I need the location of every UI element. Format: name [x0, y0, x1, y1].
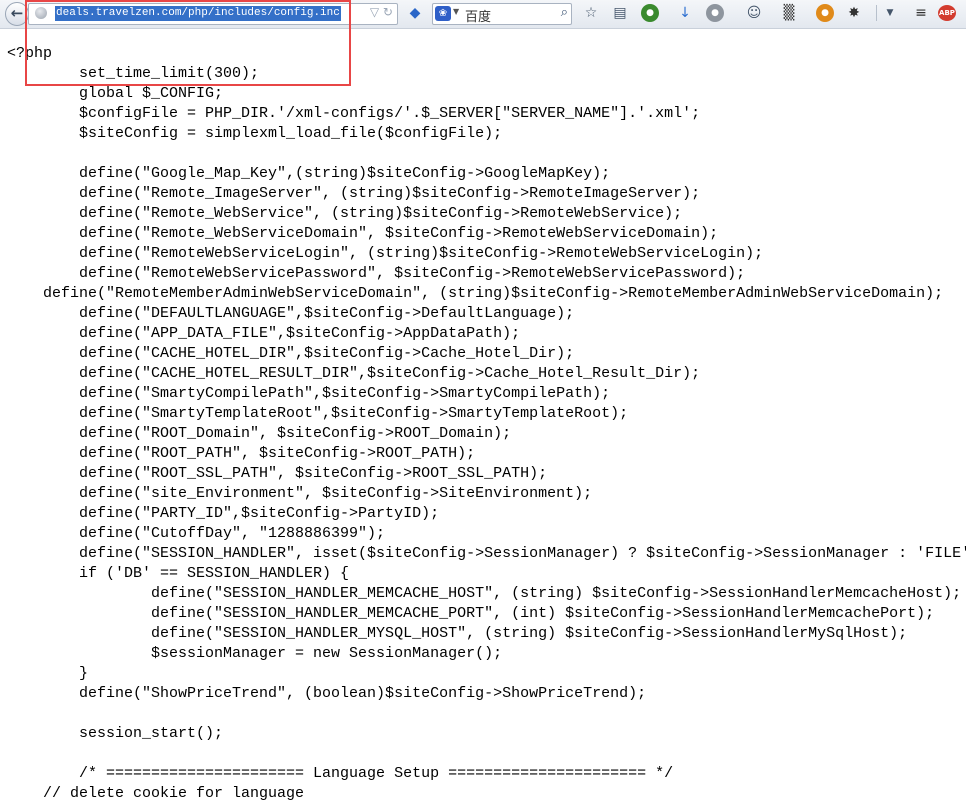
download-icon[interactable]: ↓	[676, 4, 694, 22]
code-line: define("SESSION_HANDLER", isset($siteCon…	[7, 545, 966, 562]
code-line: define("RemoteWebServiceLogin", (string)…	[7, 245, 764, 262]
chevron-down-icon[interactable]: ▼	[881, 4, 899, 22]
bug-icon[interactable]: ✸	[845, 4, 863, 22]
gray-ball-icon[interactable]: ●	[706, 4, 724, 22]
reader-icon[interactable]: ▤	[611, 4, 629, 22]
code-line: define("Google_Map_Key",(string)$siteCon…	[7, 165, 611, 182]
code-line: if ('DB' == SESSION_HANDLER) {	[7, 565, 350, 582]
code-line: define("ROOT_Domain", $siteConfig->ROOT_…	[7, 425, 512, 442]
green-ball-icon[interactable]: ●	[641, 4, 659, 22]
code-line: define("PARTY_ID",$siteConfig->PartyID);	[7, 505, 440, 522]
code-line: define("RemoteMemberAdminWebServiceDomai…	[7, 285, 944, 302]
code-line: define("APP_DATA_FILE",$siteConfig->AppD…	[7, 325, 521, 342]
search-icon[interactable]: ⌕	[561, 5, 568, 20]
code-line: /* ====================== Language Setup…	[7, 765, 674, 782]
star-icon[interactable]: ☆	[582, 4, 600, 22]
bookmark-arrow-icon[interactable]: ◆	[406, 4, 424, 22]
smiley-icon[interactable]: ☺	[745, 4, 763, 22]
menu-icon[interactable]: ≡	[912, 4, 930, 22]
code-line: define("CutoffDay", "1288886399");	[7, 525, 386, 542]
code-view: <?php set_time_limit(300); global $_CONF…	[7, 44, 966, 804]
code-line: $configFile = PHP_DIR.'/xml-configs/'.$_…	[7, 105, 701, 122]
firefox-icon[interactable]: ●	[816, 4, 834, 22]
search-box[interactable]: ❀ ▼ 百度 ⌕	[432, 3, 572, 25]
code-line: define("ShowPriceTrend", (boolean)$siteC…	[7, 685, 647, 702]
code-line: define("RemoteWebServicePassword", $site…	[7, 265, 746, 282]
abp-icon[interactable]: ABP	[938, 5, 956, 21]
code-line: define("site_Environment", $siteConfig->…	[7, 485, 593, 502]
code-line: define("DEFAULTLANGUAGE",$siteConfig->De…	[7, 305, 575, 322]
url-bar-controls[interactable]: ▽ ↻	[370, 5, 393, 19]
code-line: define("Remote_ImageServer", (string)$si…	[7, 185, 701, 202]
code-line: define("SESSION_HANDLER_MEMCACHE_HOST", …	[7, 585, 962, 602]
code-line: define("CACHE_HOTEL_RESULT_DIR",$siteCon…	[7, 365, 701, 382]
search-input[interactable]: 百度	[465, 6, 491, 25]
search-engine-dropdown-icon[interactable]: ▼	[453, 7, 459, 16]
code-line: $sessionManager = new SessionManager();	[7, 645, 503, 662]
code-line: define("SmartyTemplateRoot",$siteConfig-…	[7, 405, 629, 422]
qr-icon[interactable]: ▒	[780, 4, 798, 22]
code-line: }	[7, 665, 89, 682]
code-line: define("Remote_WebService", (string)$sit…	[7, 205, 683, 222]
code-line: define("Remote_WebServiceDomain", $siteC…	[7, 225, 719, 242]
code-line: session_start();	[7, 725, 224, 742]
code-line: define("CACHE_HOTEL_DIR",$siteConfig->Ca…	[7, 345, 575, 362]
code-line: // delete cookie for language	[7, 785, 305, 802]
code-line: define("ROOT_PATH", $siteConfig->ROOT_PA…	[7, 445, 476, 462]
baidu-paw-icon: ❀	[435, 6, 451, 21]
code-line: define("ROOT_SSL_PATH", $siteConfig->ROO…	[7, 465, 548, 482]
code-line: define("SESSION_HANDLER_MYSQL_HOST", (st…	[7, 625, 908, 642]
toolbar-separator	[876, 5, 877, 21]
code-line: define("SESSION_HANDLER_MEMCACHE_PORT", …	[7, 605, 935, 622]
code-line: define("SmartyCompilePath",$siteConfig->…	[7, 385, 611, 402]
annotation-highlight-box	[25, 0, 351, 86]
code-line: $siteConfig = simplexml_load_file($confi…	[7, 125, 503, 142]
code-line: global $_CONFIG;	[7, 85, 224, 102]
